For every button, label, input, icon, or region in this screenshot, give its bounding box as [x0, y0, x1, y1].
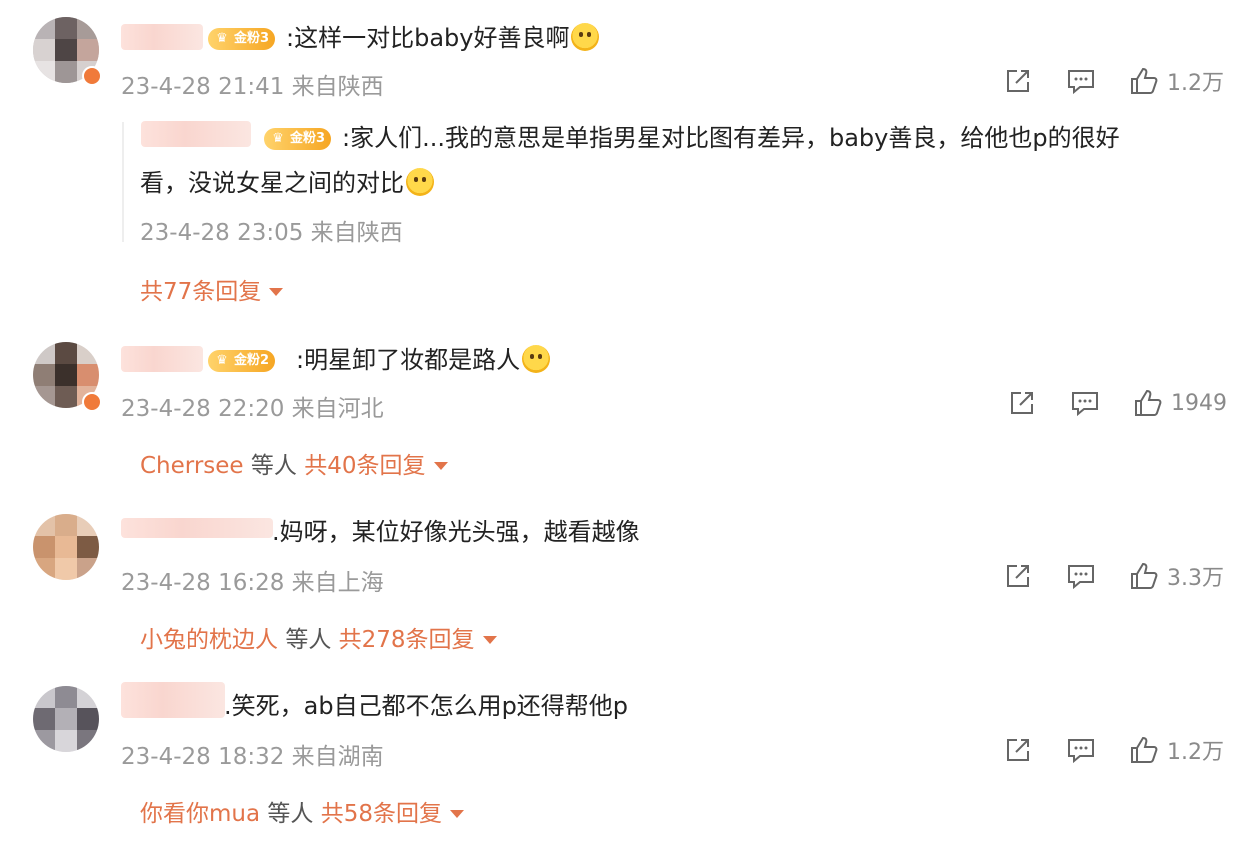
username[interactable] — [121, 682, 225, 718]
comment-actions: 1.2万 — [1003, 735, 1243, 765]
comment-button[interactable] — [1066, 735, 1096, 765]
comment-meta: 23-4-28 22:20 来自河北 — [121, 396, 384, 422]
comment-actions: 1949 — [1007, 388, 1247, 418]
comment-icon — [1068, 565, 1094, 590]
share-button[interactable] — [1003, 735, 1033, 765]
view-replies-link[interactable]: Cherrsee 等人 共40条回复 — [140, 446, 448, 480]
share-button[interactable] — [1007, 388, 1037, 418]
reply-username[interactable] — [141, 121, 251, 147]
view-replies-link[interactable]: 你看你mua 等人 共58条回复 — [140, 794, 464, 828]
comment-actions: 1.2万 — [1003, 66, 1243, 96]
replier-name[interactable]: 你看你mua — [140, 801, 260, 827]
thumbs-up-icon — [1131, 562, 1158, 589]
replier-name[interactable]: 小兔的枕边人 — [140, 627, 278, 653]
crown-icon: ♛ — [272, 131, 284, 146]
share-icon — [1007, 565, 1029, 587]
comment-icon — [1068, 70, 1094, 95]
fan-level-badge: ♛ 金粉3 — [208, 28, 276, 50]
thumbs-up-icon — [1135, 389, 1162, 416]
share-icon — [1007, 70, 1029, 92]
share-icon — [1007, 739, 1029, 761]
view-replies-link[interactable]: 共77条回复 — [140, 272, 284, 306]
like-count: 1949 — [1171, 390, 1227, 416]
like-button[interactable]: 1.2万 — [1129, 735, 1224, 765]
crown-icon: ♛ — [216, 31, 228, 46]
like-count: 1.2万 — [1167, 740, 1224, 765]
reply-divider — [122, 122, 124, 242]
avatar[interactable] — [33, 514, 99, 580]
comment-text: :明星卸了妆都是路人 — [296, 344, 551, 376]
comment-meta: 23-4-28 21:41 来自陕西 — [121, 74, 384, 100]
like-button[interactable]: 1.2万 — [1129, 66, 1224, 96]
username[interactable] — [121, 518, 273, 538]
chevron-down-icon — [482, 636, 497, 644]
verified-badge-icon — [82, 66, 102, 86]
comment-icon — [1072, 392, 1098, 417]
comment-meta: 23-4-28 16:28 来自上海 — [121, 570, 384, 596]
chevron-down-icon — [449, 810, 464, 818]
comment-text: .妈呀，某位好像光头强，越看越像 — [272, 518, 640, 546]
emoji-icon — [571, 23, 600, 51]
avatar[interactable] — [33, 686, 99, 752]
like-button[interactable]: 3.3万 — [1129, 561, 1224, 591]
comment-icon — [1068, 739, 1094, 764]
chevron-down-icon — [433, 462, 448, 470]
fan-level-badge: ♛ 金粉2 — [208, 350, 276, 372]
thumbs-up-icon — [1131, 736, 1158, 763]
like-count: 3.3万 — [1167, 566, 1224, 591]
comment-actions: 3.3万 — [1003, 561, 1243, 591]
chevron-down-icon — [269, 288, 284, 296]
verified-badge-icon — [82, 392, 102, 412]
reply-meta: 23-4-28 23:05 来自陕西 — [140, 220, 403, 246]
comment-button[interactable] — [1066, 561, 1096, 591]
like-count: 1.2万 — [1167, 71, 1224, 96]
reply-text-line2: 看，没说女星之间的对比 — [140, 167, 434, 199]
like-button[interactable]: 1949 — [1133, 388, 1227, 418]
username[interactable] — [121, 346, 203, 372]
view-replies-link[interactable]: 小兔的枕边人 等人 共278条回复 — [140, 620, 497, 654]
replier-name[interactable]: Cherrsee — [140, 453, 244, 479]
fan-level-badge: ♛ 金粉3 — [264, 128, 332, 150]
share-button[interactable] — [1003, 561, 1033, 591]
share-icon — [1011, 392, 1033, 414]
comment-text: .笑死，ab自己都不怎么用p还得帮他p — [224, 692, 629, 720]
emoji-icon — [522, 345, 551, 373]
comment-button[interactable] — [1070, 388, 1100, 418]
comment-button[interactable] — [1066, 66, 1096, 96]
reply-text-line1: :家人们...我的意思是单指男星对比图有差异，baby善良，给他也p的很好 — [342, 124, 1120, 152]
comment-meta: 23-4-28 18:32 来自湖南 — [121, 744, 384, 770]
crying-emoji-icon — [406, 168, 434, 196]
crown-icon: ♛ — [216, 353, 228, 368]
thumbs-up-icon — [1131, 67, 1158, 94]
comment-text: :这样一对比baby好善良啊 — [286, 22, 600, 54]
username[interactable] — [121, 24, 203, 50]
share-button[interactable] — [1003, 66, 1033, 96]
